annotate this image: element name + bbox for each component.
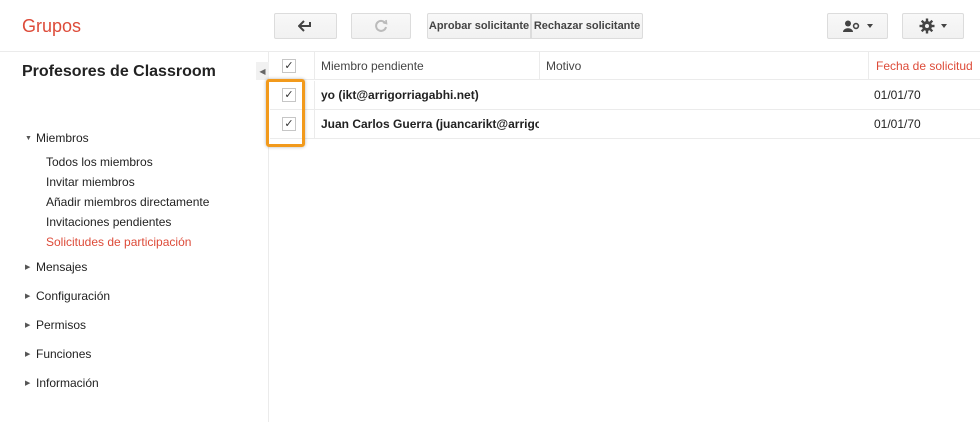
sidebar-section-mensajes[interactable]: ▶ Mensajes <box>25 260 87 274</box>
collapse-sidebar-icon[interactable]: ◀ <box>256 62 269 80</box>
back-button[interactable] <box>274 13 337 39</box>
sidebar-section-label: Información <box>36 376 99 390</box>
chevron-down-icon <box>866 24 873 28</box>
sidebar-section-miembros[interactable]: ▼ Miembros <box>25 131 89 145</box>
sidebar-item-todos-los-miembros[interactable]: Todos los miembros <box>46 155 153 169</box>
triangle-right-icon: ▶ <box>25 322 31 329</box>
column-divider <box>868 52 869 80</box>
approve-button[interactable]: Aprobar solicitante <box>427 13 531 39</box>
table-row[interactable]: ✓ yo (ikt@arrigorriagabhi.net) 01/01/70 <box>270 81 980 110</box>
sidebar-item-anadir-miembros[interactable]: Añadir miembros directamente <box>46 195 209 209</box>
column-divider <box>539 52 540 80</box>
sidebar-section-configuracion[interactable]: ▶ Configuración <box>25 289 110 303</box>
sidebar-item-solicitudes[interactable]: Solicitudes de participación <box>46 235 191 249</box>
table-row[interactable]: ✓ Juan Carlos Guerra (juancarikt@arrigor… <box>270 110 980 139</box>
group-name: Profesores de Classroom <box>22 63 216 80</box>
user-settings-button[interactable] <box>827 13 888 39</box>
date-cell: 01/01/70 <box>874 88 921 102</box>
header: Grupos Aprobar solicitante Rechazar soli… <box>0 0 980 52</box>
checkbox-highlight-annotation <box>266 79 305 147</box>
triangle-right-icon: ▶ <box>25 264 31 271</box>
triangle-right-icon: ▶ <box>25 293 31 300</box>
sidebar-section-label: Miembros <box>36 131 89 145</box>
select-all-checkbox[interactable]: ✓ <box>282 59 296 73</box>
user-settings-icon <box>842 20 859 32</box>
sidebar-section-funciones[interactable]: ▶ Funciones <box>25 347 91 361</box>
reject-button[interactable]: Rechazar solicitante <box>531 13 643 39</box>
back-arrow-icon <box>297 20 311 32</box>
sidebar-section-label: Mensajes <box>36 260 88 274</box>
triangle-down-icon: ▼ <box>25 134 32 142</box>
header-member[interactable]: Miembro pendiente <box>321 59 424 73</box>
table-header: ✓ Miembro pendiente Motivo Fecha de soli… <box>270 52 980 80</box>
header-date[interactable]: Fecha de solicitud <box>876 59 973 73</box>
member-cell: Juan Carlos Guerra (juancarikt@arrigorri… <box>321 117 539 131</box>
select-all-cell: ✓ <box>270 52 315 79</box>
sidebar: Profesores de Classroom ◀ ▼ Miembros Tod… <box>0 52 269 422</box>
triangle-right-icon: ▶ <box>25 351 31 358</box>
gear-icon <box>919 18 935 34</box>
app-title[interactable]: Grupos <box>22 16 81 37</box>
settings-button[interactable] <box>902 13 964 39</box>
triangle-right-icon: ▶ <box>25 380 31 387</box>
sidebar-item-invitar-miembros[interactable]: Invitar miembros <box>46 175 135 189</box>
sidebar-item-invitaciones-pendientes[interactable]: Invitaciones pendientes <box>46 215 171 229</box>
sidebar-section-label: Permisos <box>36 318 87 332</box>
sidebar-section-informacion[interactable]: ▶ Información <box>25 376 99 390</box>
date-cell: 01/01/70 <box>874 117 921 131</box>
chevron-down-icon <box>941 24 947 28</box>
refresh-icon <box>375 19 388 32</box>
sidebar-section-label: Configuración <box>36 289 111 303</box>
sidebar-section-label: Funciones <box>36 347 92 361</box>
member-cell: yo (ikt@arrigorriagabhi.net) <box>321 88 479 102</box>
refresh-button[interactable] <box>351 13 411 39</box>
sidebar-section-permisos[interactable]: ▶ Permisos <box>25 318 86 332</box>
header-reason[interactable]: Motivo <box>546 59 581 73</box>
